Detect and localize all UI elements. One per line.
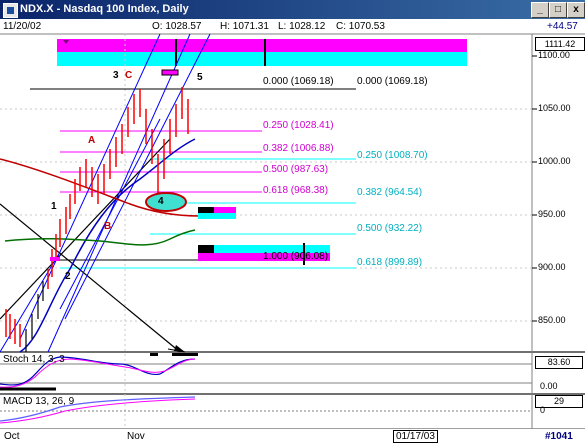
- price-tick-1050: 1050.00: [538, 103, 571, 113]
- end-date-badge: 01/17/03: [393, 430, 438, 443]
- close-button[interactable]: x: [567, 2, 585, 18]
- fib-left-1: 0.250 (1028.41): [263, 120, 334, 131]
- current-price-badge: 1111.42: [535, 37, 585, 51]
- time-axis: Oct Nov 01/17/03 #1041: [0, 429, 585, 446]
- fib-left-3: 0.500 (987.63): [263, 164, 329, 175]
- price-tick-1000: 1000.00: [538, 156, 571, 166]
- resistance-band-cyan: [57, 52, 467, 66]
- wave-a-label: A: [88, 135, 96, 146]
- app-icon: [3, 3, 18, 18]
- macd-label: MACD 13, 26, 9: [3, 396, 75, 407]
- price-tick-950: 950.00: [538, 209, 566, 219]
- maximize-button[interactable]: □: [549, 2, 567, 18]
- fib-left-4: 0.618 (968.38): [263, 185, 329, 196]
- wave-5-label: 5: [197, 72, 203, 83]
- price-tick-900: 900.00: [538, 262, 566, 272]
- bar-id: #1041: [545, 431, 573, 442]
- fib-left-0: 0.000 (1069.18): [263, 76, 334, 87]
- stoch-value: 83.60: [535, 356, 583, 369]
- window-title: NDX.X - Nasdaq 100 Index, Daily: [20, 3, 189, 15]
- stoch-zero: 0.00: [540, 381, 558, 391]
- macd-zero: 0: [540, 405, 546, 415]
- wave-4-highlight: [145, 192, 187, 212]
- wave-3-label: 3: [113, 70, 119, 81]
- fib-left-2: 0.382 (1006.88): [263, 143, 334, 154]
- chart-area[interactable]: 11/20/02 O: 1028.57 H: 1071.31 L: 1028.1…: [0, 19, 585, 446]
- price-tick-850: 850.00: [538, 315, 566, 325]
- time-label-nov: Nov: [127, 431, 145, 442]
- time-label-oct: Oct: [4, 431, 20, 442]
- minimize-button[interactable]: _: [531, 2, 549, 18]
- fib-right-2: 0.382 (964.54): [357, 187, 423, 198]
- price-tick-1100: 1100.00: [538, 50, 570, 60]
- wave-1-label: 1: [51, 201, 57, 212]
- wave-2-label: 2: [65, 271, 71, 282]
- chart-window: NDX.X - Nasdaq 100 Index, Daily _ □ x 11…: [0, 0, 585, 446]
- fib-left-5: 1.000 (906.08): [263, 251, 329, 262]
- wave-c-label: C: [125, 70, 133, 81]
- stoch-label: Stoch 14, 3, 3: [3, 354, 65, 365]
- fib-right-3: 0.500 (932.22): [357, 223, 423, 234]
- fib-right-1: 0.250 (1008.70): [357, 150, 428, 161]
- wave-4-label: 4: [158, 196, 164, 207]
- fib-right-0: 0.000 (1069.18): [357, 76, 428, 87]
- resistance-band-magenta: [57, 39, 467, 52]
- title-bar[interactable]: NDX.X - Nasdaq 100 Index, Daily _ □ x: [0, 0, 585, 19]
- fib-right-4: 0.618 (899.89): [357, 257, 423, 268]
- wave-b-label: B: [104, 221, 112, 232]
